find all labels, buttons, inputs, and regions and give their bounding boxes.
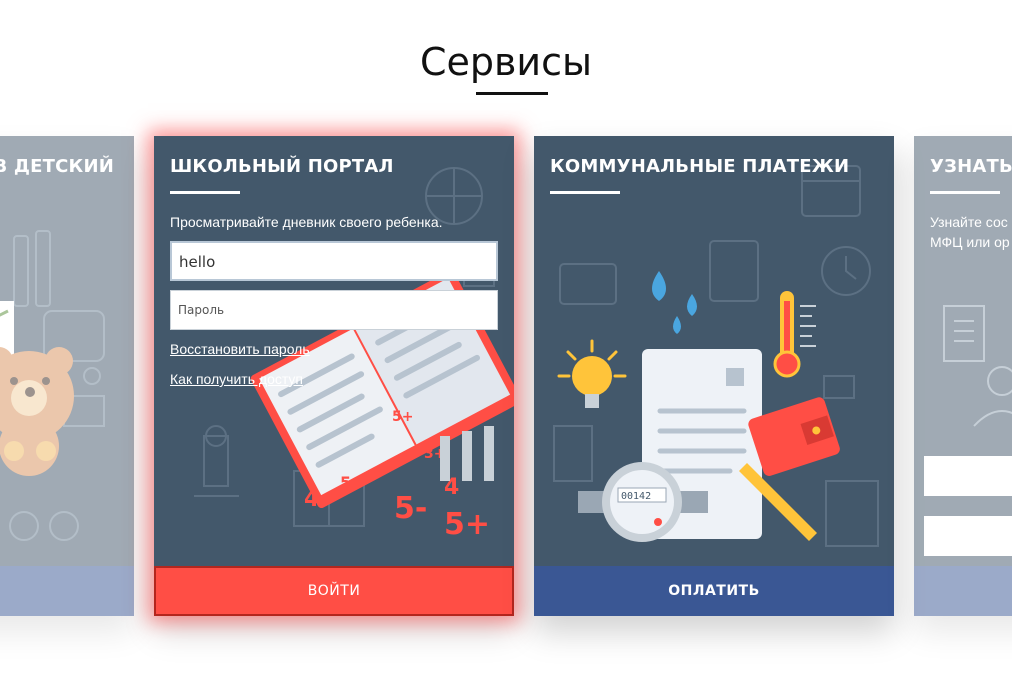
card-title: И В ДЕТСКИЙ [0, 156, 114, 177]
card-description: Узнайте сос МФЦ или ор [930, 214, 1010, 250]
light-bulb-icon [557, 339, 627, 408]
card-school-portal: 5+ 3+ 4 5+ 5- 4 5+ ШКОЛЬНЫЙ ПОРТАЛ Просм… [154, 136, 514, 616]
grade-mark: 4 [304, 487, 319, 512]
card-check-status[interactable]: УЗНАТЬ С Узнайте сос МФЦ или ор [914, 136, 1012, 616]
water-drop-icon [652, 271, 697, 334]
card-title: КОММУНАЛЬНЫЕ ПЛАТЕЖИ [550, 156, 850, 177]
kindergarten-button[interactable] [0, 566, 134, 616]
pay-button[interactable]: ОПЛАТИТЬ [534, 566, 894, 616]
meter-reading: 00142 [621, 491, 651, 502]
password-input[interactable]: Пароль [170, 290, 498, 330]
title-rule [930, 191, 1000, 194]
login-input[interactable]: hello [170, 241, 498, 281]
card-kindergarten[interactable]: И В ДЕТСКИЙ [0, 136, 134, 616]
card-title: УЗНАТЬ С [930, 156, 1012, 177]
card-description: Просматривайте дневник своего ребенка. [170, 214, 443, 230]
status-input-1[interactable] [924, 456, 1012, 496]
login-button[interactable]: ВОЙТИ [154, 566, 514, 616]
restore-password-link[interactable]: Восстановить пароль [170, 341, 310, 357]
card-title: ШКОЛЬНЫЙ ПОРТАЛ [170, 156, 394, 177]
grade-mark: 5+ [444, 507, 490, 542]
status-input-2[interactable] [924, 516, 1012, 556]
document-icon [943, 305, 1012, 427]
grade-mark: 5+ [340, 473, 365, 492]
title-rule [170, 191, 240, 194]
section-title: Сервисы [419, 40, 593, 84]
title-rule [550, 191, 620, 194]
teddy-bear-icon [0, 230, 105, 541]
title-underline [476, 92, 548, 95]
how-to-get-access-link[interactable]: Как получить доступ [170, 371, 303, 387]
grade-mark: 5- [394, 491, 427, 526]
receipt-icon: 00142 [553, 165, 879, 547]
thermometer-icon [773, 291, 816, 378]
check-status-button[interactable] [914, 566, 1012, 616]
grade-mark: 5+ [392, 409, 413, 425]
card-utility-payments: 00142 КОММУНАЛЬНЫЕ ПЛАТЕЖИ ОПЛАТИТЬ [534, 136, 894, 616]
